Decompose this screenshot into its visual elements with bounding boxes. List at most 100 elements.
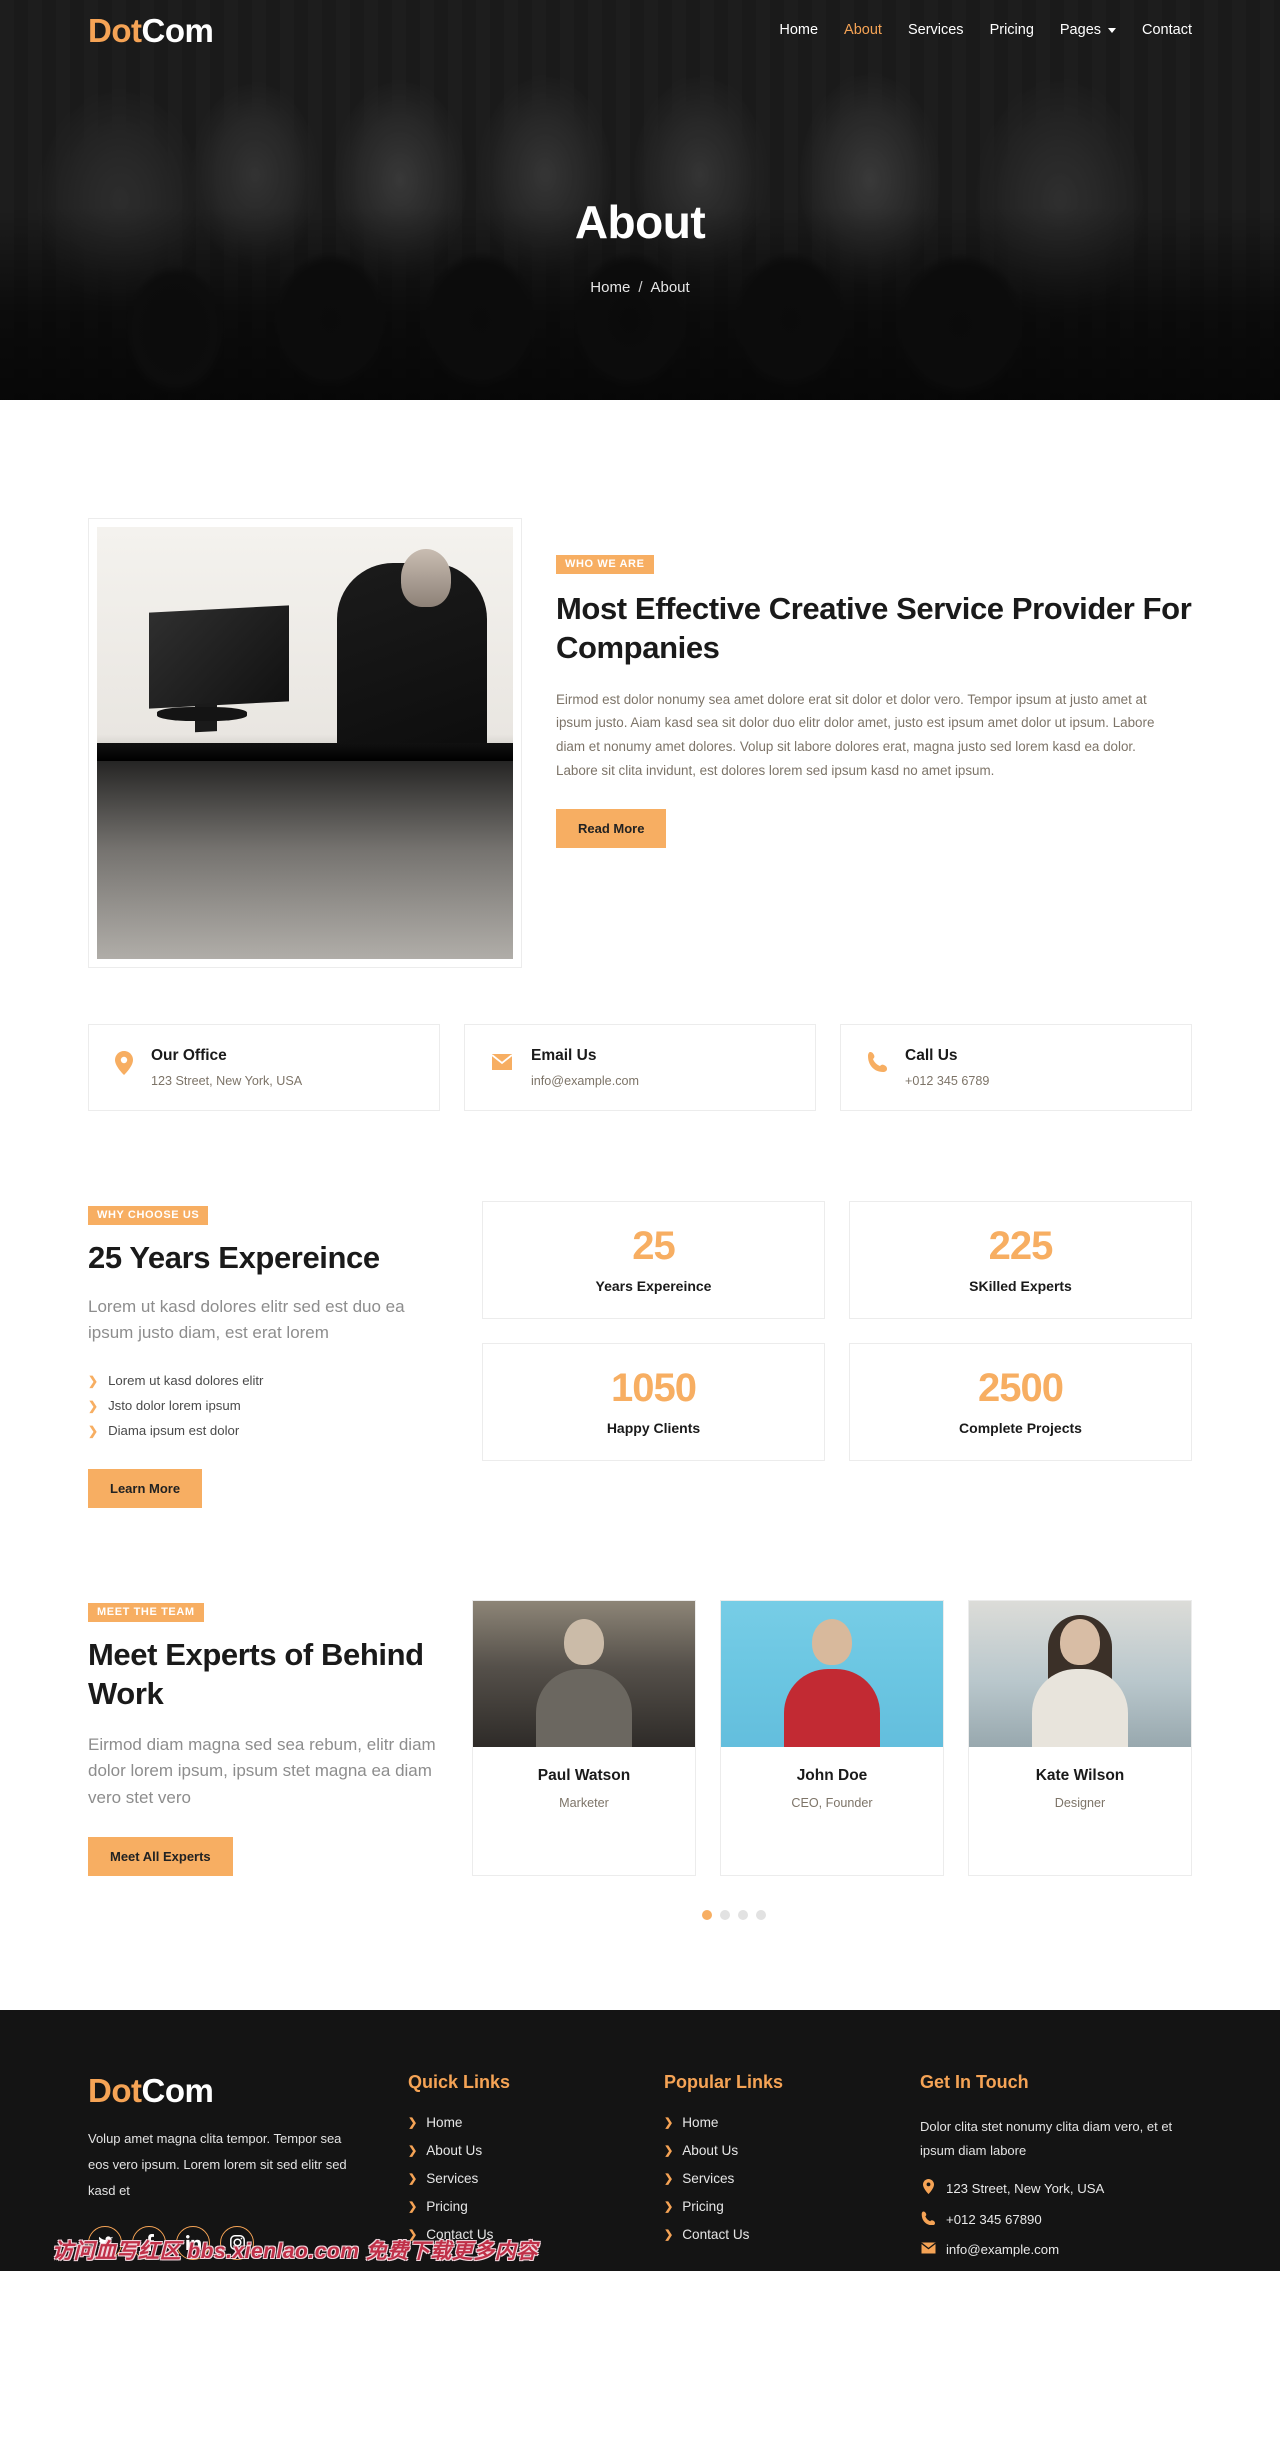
nav-item-contact[interactable]: Contact: [1142, 22, 1192, 38]
contact-box-value: info@example.com: [531, 1074, 639, 1088]
about-image-frame: [88, 518, 522, 968]
contact-box-value: 123 Street, New York, USA: [151, 1074, 303, 1088]
head-shape: [564, 1619, 604, 1666]
team-member-photo: [969, 1601, 1191, 1748]
footer-email-row: info@example.com: [920, 2242, 1192, 2257]
why-text-block: WHY CHOOSE US 25 Years Expereince Lorem …: [88, 1201, 438, 1509]
footer-link-label: About Us: [426, 2142, 483, 2158]
nav-item-about[interactable]: About: [844, 22, 882, 38]
footer-logo-part-1: Dot: [88, 2071, 142, 2109]
carousel-dot-3[interactable]: [738, 1909, 748, 1920]
footer-email: info@example.com: [946, 2242, 1060, 2258]
footer-link-pricing[interactable]: ❯ Pricing: [664, 2199, 920, 2214]
nav-label: Services: [907, 22, 964, 38]
team-member-card[interactable]: Kate Wilson Designer: [968, 1600, 1192, 1876]
list-item: ❯ Home: [408, 2115, 664, 2130]
contact-box-email[interactable]: Email Us info@example.com: [464, 1024, 816, 1111]
why-tag: WHY CHOOSE US: [88, 1206, 209, 1225]
footer-logo-part-2: Com: [141, 2071, 214, 2109]
footer-link-label: Home: [682, 2114, 719, 2130]
contact-box-office[interactable]: Our Office 123 Street, New York, USA: [88, 1024, 440, 1111]
chevron-right-icon: ❯: [408, 2172, 418, 2185]
team-member-role: Designer: [1054, 1796, 1106, 1811]
stat-number: 2500: [978, 1366, 1064, 1410]
site-logo[interactable]: DotCom: [88, 11, 214, 49]
footer-column-title: Quick Links: [408, 2071, 511, 2092]
footer-about-column: DotCom Volup amet magna clita tempor. Te…: [88, 2072, 408, 2271]
about-tag: WHO WE ARE: [556, 555, 654, 574]
footer-address-row: 123 Street, New York, USA: [920, 2179, 1192, 2197]
list-item: ❯ About Us: [664, 2143, 920, 2158]
footer-column-title: Get In Touch: [920, 2071, 1029, 2092]
nav-label: Contact: [1142, 22, 1192, 38]
body-shape: [1032, 1669, 1128, 1748]
team-member-card[interactable]: John Doe CEO, Founder: [720, 1600, 944, 1876]
feature-label: Jsto dolor lorem ipsum: [108, 1398, 241, 1414]
chevron-right-icon: ❯: [664, 2200, 674, 2213]
breadcrumb-home[interactable]: Home: [590, 279, 630, 296]
carousel-dot-1[interactable]: [702, 1909, 712, 1920]
logo-part-2: Com: [141, 11, 214, 49]
head-shape: [812, 1619, 852, 1666]
nav-item-pricing[interactable]: Pricing: [990, 22, 1034, 38]
stat-label: Years Expereince: [595, 1278, 712, 1294]
breadcrumb-current: About: [650, 279, 690, 296]
contact-box-title: Call Us: [905, 1047, 958, 1064]
nav-item-services[interactable]: Services: [908, 22, 964, 38]
footer-link-home[interactable]: ❯ Home: [664, 2115, 920, 2130]
stats-grid: 25 Years Expereince 225 SKilled Experts …: [482, 1201, 1192, 1508]
main-nav: Home About Services Pricing Pages Contac…: [779, 22, 1192, 38]
chevron-right-icon: ❯: [408, 2116, 418, 2129]
twitter-icon[interactable]: [88, 2225, 122, 2260]
stat-card-years-experience: 25 Years Expereince: [482, 1201, 825, 1319]
nav-item-pages[interactable]: Pages: [1060, 22, 1117, 38]
footer-logo[interactable]: DotCom: [88, 2072, 408, 2110]
team-section: MEET THE TEAM Meet Experts of Behind Wor…: [88, 1508, 1192, 1920]
team-cards: Paul Watson Marketer John Doe CEO, Found…: [472, 1600, 1192, 1876]
why-feature-list: ❯ Lorem ut kasd dolores elitr ❯ Jsto dolor…: [88, 1368, 438, 1443]
footer-get-in-touch-column: Get In Touch Dolor clita stet nonumy cli…: [920, 2072, 1192, 2271]
meet-all-experts-button[interactable]: Meet All Experts: [88, 1836, 233, 1876]
footer-link-contact-us[interactable]: ❯ Contact Us: [664, 2227, 920, 2242]
footer-phone-row: +012 345 67890: [920, 2211, 1192, 2228]
stat-label: SKilled Experts: [969, 1278, 1072, 1294]
stat-card-complete-projects: 2500 Complete Projects: [849, 1343, 1192, 1461]
footer-quick-links-list: ❯ Home ❯ About Us ❯ Services ❯ Pricing ❯ Cont…: [408, 2115, 664, 2242]
team-member-name: Paul Watson: [537, 1767, 631, 1785]
read-more-button[interactable]: Read More: [556, 808, 667, 848]
footer-link-services[interactable]: ❯ Services: [408, 2171, 664, 2186]
learn-more-button[interactable]: Learn More: [88, 1469, 203, 1509]
list-item: ❯ Services: [664, 2171, 920, 2186]
footer-link-label: About Us: [682, 2142, 739, 2158]
carousel-dot-4[interactable]: [756, 1909, 766, 1920]
team-lead: Eirmod diam magna sed sea rebum, elitr d…: [88, 1734, 436, 1807]
monitor-stand-shape: [157, 707, 247, 721]
chevron-right-icon: ❯: [408, 2200, 418, 2213]
linkedin-icon[interactable]: [176, 2225, 210, 2260]
team-member-card[interactable]: Paul Watson Marketer: [472, 1600, 696, 1876]
about-paragraph: Eirmod est dolor nonumy sea amet dolore …: [556, 691, 1155, 779]
footer-link-home[interactable]: ❯ Home: [408, 2115, 664, 2130]
chevron-right-icon: ❯: [664, 2172, 674, 2185]
why-choose-us-section: WHY CHOOSE US 25 Years Expereince Lorem …: [88, 1111, 1192, 1509]
instagram-icon[interactable]: [220, 2225, 254, 2260]
footer-link-label: Services: [682, 2170, 735, 2186]
why-heading: 25 Years Expereince: [88, 1240, 380, 1275]
nav-item-home[interactable]: Home: [779, 22, 818, 38]
facebook-icon[interactable]: [132, 2225, 166, 2260]
footer-link-label: Pricing: [682, 2198, 724, 2214]
feature-item: ❯ Jsto dolor lorem ipsum: [88, 1393, 438, 1418]
about-text-block: WHO WE ARE Most Effective Creative Servi…: [556, 518, 1192, 968]
monitor-shape: [149, 605, 289, 709]
footer-link-pricing[interactable]: ❯ Pricing: [408, 2199, 664, 2214]
desk-reflection-shape: [97, 761, 513, 959]
list-item: ❯ Services: [408, 2171, 664, 2186]
footer-link-contact-us[interactable]: ❯ Contact Us: [408, 2227, 664, 2242]
footer-link-about-us[interactable]: ❯ About Us: [408, 2143, 664, 2158]
list-item: ❯ Home: [664, 2115, 920, 2130]
footer-link-about-us[interactable]: ❯ About Us: [664, 2143, 920, 2158]
footer-link-services[interactable]: ❯ Services: [664, 2171, 920, 2186]
carousel-dot-2[interactable]: [720, 1909, 730, 1920]
contact-box-phone[interactable]: Call Us +012 345 6789: [840, 1024, 1192, 1111]
stat-label: Complete Projects: [959, 1420, 1082, 1436]
